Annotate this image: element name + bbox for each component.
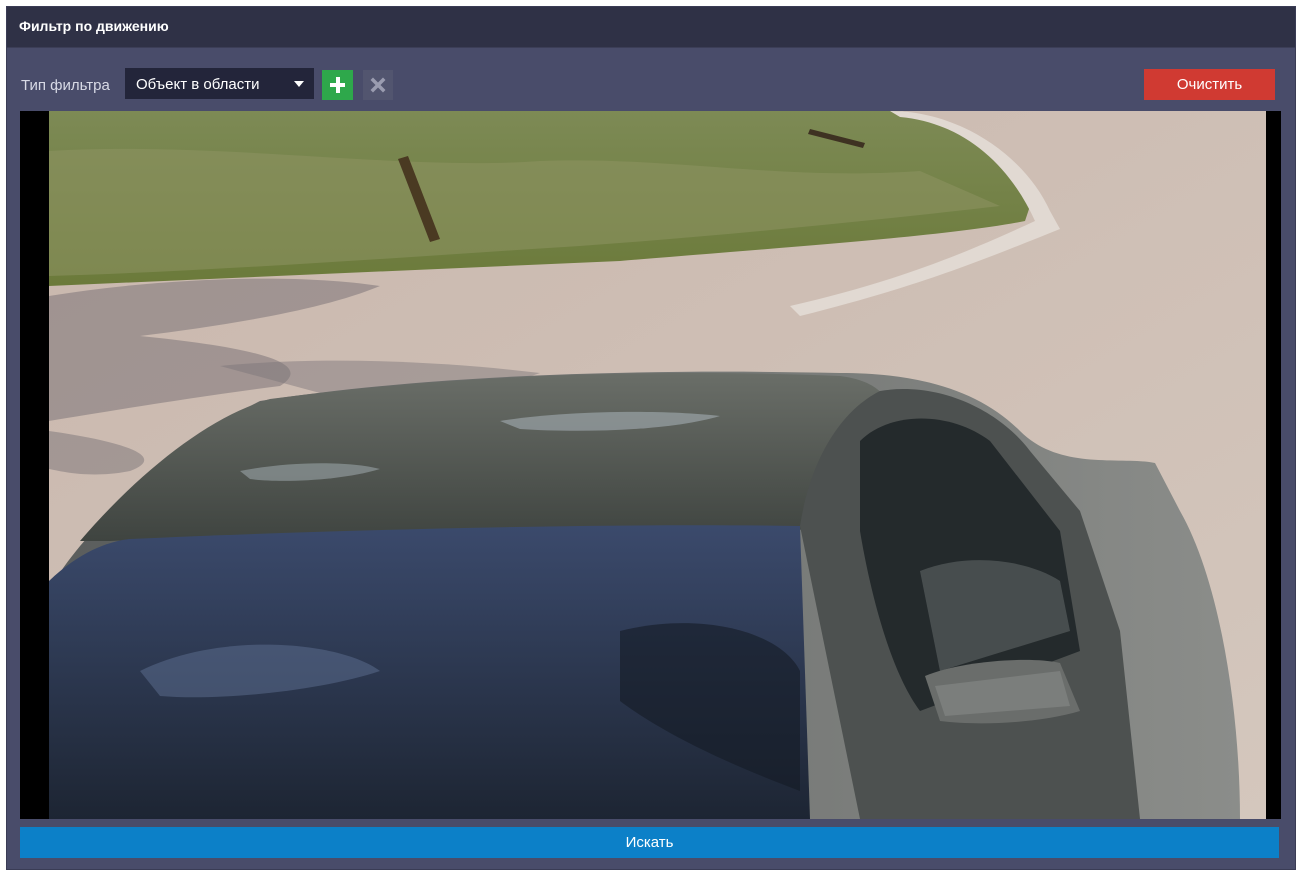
clear-button[interactable]: Очистить [1144, 69, 1275, 100]
filter-type-label: Тип фильтра [21, 77, 110, 94]
close-icon [370, 77, 386, 93]
video-frame[interactable] [20, 111, 1281, 819]
remove-area-button[interactable] [363, 70, 393, 100]
camera-frame-image [20, 111, 1281, 819]
dialog-title: Фильтр по движению [19, 18, 169, 34]
filter-type-value: Объект в области [136, 76, 260, 93]
filter-toolbar: Тип фильтра Объект в области Очистить [7, 67, 1295, 101]
filter-type-select[interactable]: Объект в области [125, 68, 314, 99]
motion-filter-dialog: Фильтр по движению Тип фильтра Объект в … [6, 6, 1296, 870]
search-button[interactable]: Искать [20, 827, 1279, 858]
chevron-down-icon [294, 81, 304, 87]
add-area-button[interactable] [322, 70, 353, 100]
title-bar: Фильтр по движению [7, 7, 1295, 48]
